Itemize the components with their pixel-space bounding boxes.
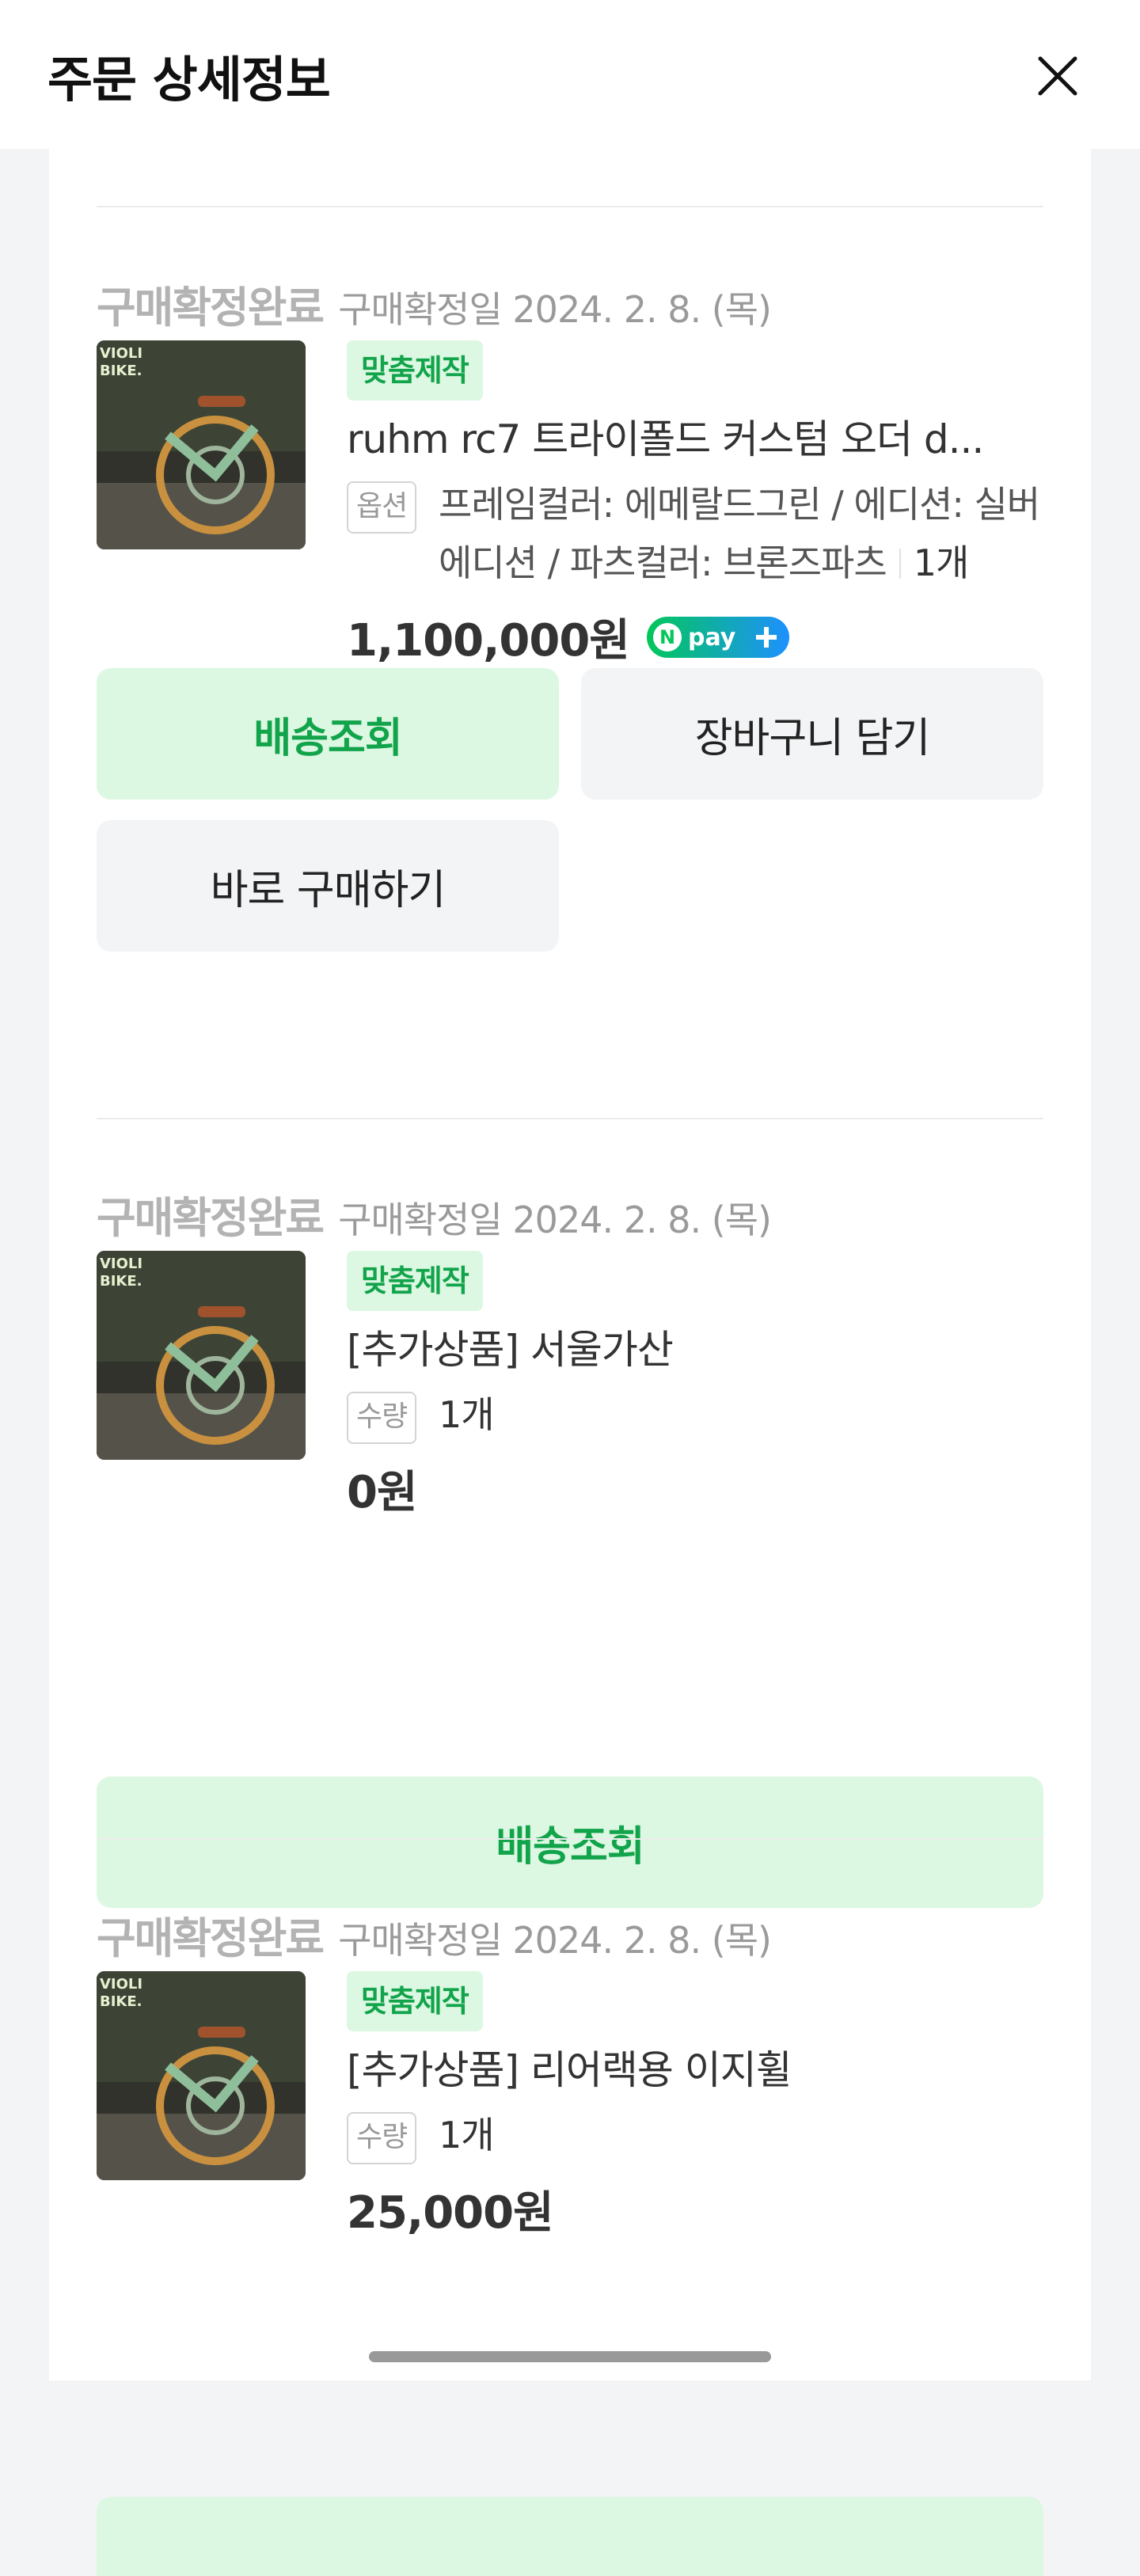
product-name[interactable]: [추가상품] 서울가산 bbox=[347, 1324, 1043, 1376]
separator bbox=[899, 549, 901, 579]
thumb-text: VIOLI bbox=[100, 345, 142, 362]
confirm-date: 구매확정일 2024. 2. 8. (목) bbox=[338, 1199, 772, 1241]
status-row: 구매확정완료 구매확정일 2024. 2. 8. (목) bbox=[97, 1183, 772, 1243]
order-status: 구매확정완료 bbox=[97, 1193, 325, 1243]
thumb-text: BIKE. bbox=[100, 1273, 142, 1290]
custom-badge: 맞춤제작 bbox=[347, 340, 483, 401]
quantity: 1개 bbox=[439, 2114, 495, 2156]
page-title: 주문 상세정보 bbox=[48, 51, 331, 108]
track-delivery-button[interactable]: 배송조회 bbox=[97, 668, 559, 800]
product-info: 맞춤제작 [추가상품] 리어랙용 이지휠 수량 1개 25,000원 bbox=[347, 1971, 1043, 2241]
confirm-date: 구매확정일 2024. 2. 8. (목) bbox=[338, 288, 772, 331]
order-detail-card: 구매확정완료 구매확정일 2024. 2. 8. (목) VIOLI BIKE.… bbox=[49, 149, 1091, 2576]
quantity-tag: 수량 bbox=[347, 1392, 417, 1444]
quantity-row: 수량 1개 bbox=[347, 2106, 1043, 2164]
quantity-tag: 수량 bbox=[347, 2112, 417, 2164]
svg-text:N: N bbox=[659, 626, 675, 648]
thumb-text: BIKE. bbox=[100, 1993, 142, 2010]
quantity: 1개 bbox=[439, 1393, 495, 1436]
track-delivery-button-partial[interactable] bbox=[97, 2497, 1043, 2576]
custom-badge: 맞춤제작 bbox=[347, 1251, 483, 1311]
divider bbox=[97, 1838, 1043, 1840]
divider bbox=[97, 1118, 1043, 1119]
track-delivery-button[interactable]: 배송조회 bbox=[97, 1776, 1043, 1908]
product-info: 맞춤제작 [추가상품] 서울가산 수량 1개 0원 bbox=[347, 1251, 1043, 1521]
order-status: 구매확정완료 bbox=[97, 283, 325, 332]
option-row: 옵션 프레임컬러: 에메랄드그린 / 에디션: 실버에디션 / 파츠컬러: 브론… bbox=[347, 475, 1043, 592]
quantity: 1개 bbox=[913, 541, 970, 584]
product-thumbnail[interactable]: VIOLI BIKE. bbox=[97, 340, 306, 549]
status-row: 구매확정완료 구매확정일 2024. 2. 8. (목) bbox=[97, 1903, 772, 1963]
price-row: 25,000원 bbox=[347, 2177, 1043, 2241]
close-icon[interactable] bbox=[1026, 44, 1089, 108]
quantity-row: 수량 1개 bbox=[347, 1385, 1043, 1444]
price: 1,100,000원 bbox=[347, 615, 630, 667]
npay-plus-icon: N pay bbox=[646, 616, 789, 658]
price-row: 0원 bbox=[347, 1457, 1043, 1521]
svg-text:pay: pay bbox=[688, 624, 736, 652]
custom-badge: 맞춤제작 bbox=[347, 1971, 483, 2031]
home-indicator[interactable] bbox=[369, 2351, 771, 2362]
product-name[interactable]: ruhm rc7 트라이폴드 커스텀 오더 d... bbox=[347, 413, 1043, 465]
add-to-cart-button[interactable]: 장바구니 담기 bbox=[581, 668, 1043, 800]
thumb-text: VIOLI bbox=[100, 1256, 142, 1272]
buy-now-button[interactable]: 바로 구매하기 bbox=[97, 820, 559, 952]
price: 0원 bbox=[347, 1467, 417, 1518]
product-info: 맞춤제작 ruhm rc7 트라이폴드 커스텀 오더 d... 옵션 프레임컬러… bbox=[347, 340, 1043, 669]
thumb-text: VIOLI bbox=[100, 1976, 142, 1993]
thumb-text: BIKE. bbox=[100, 363, 142, 379]
order-status: 구매확정완료 bbox=[97, 1913, 325, 1963]
divider bbox=[97, 206, 1043, 207]
price-row: 1,100,000원 N pay bbox=[347, 605, 1043, 669]
price: 25,000원 bbox=[347, 2187, 554, 2239]
confirm-date: 구매확정일 2024. 2. 8. (목) bbox=[338, 1919, 772, 1962]
option-tag: 옵션 bbox=[347, 481, 417, 534]
status-row: 구매확정완료 구매확정일 2024. 2. 8. (목) bbox=[97, 272, 772, 332]
product-thumbnail[interactable]: VIOLI BIKE. bbox=[97, 1971, 306, 2180]
product-thumbnail[interactable]: VIOLI BIKE. bbox=[97, 1251, 306, 1460]
page-header: 주문 상세정보 bbox=[0, 0, 1140, 149]
product-name[interactable]: [추가상품] 리어랙용 이지휠 bbox=[347, 2044, 1043, 2096]
